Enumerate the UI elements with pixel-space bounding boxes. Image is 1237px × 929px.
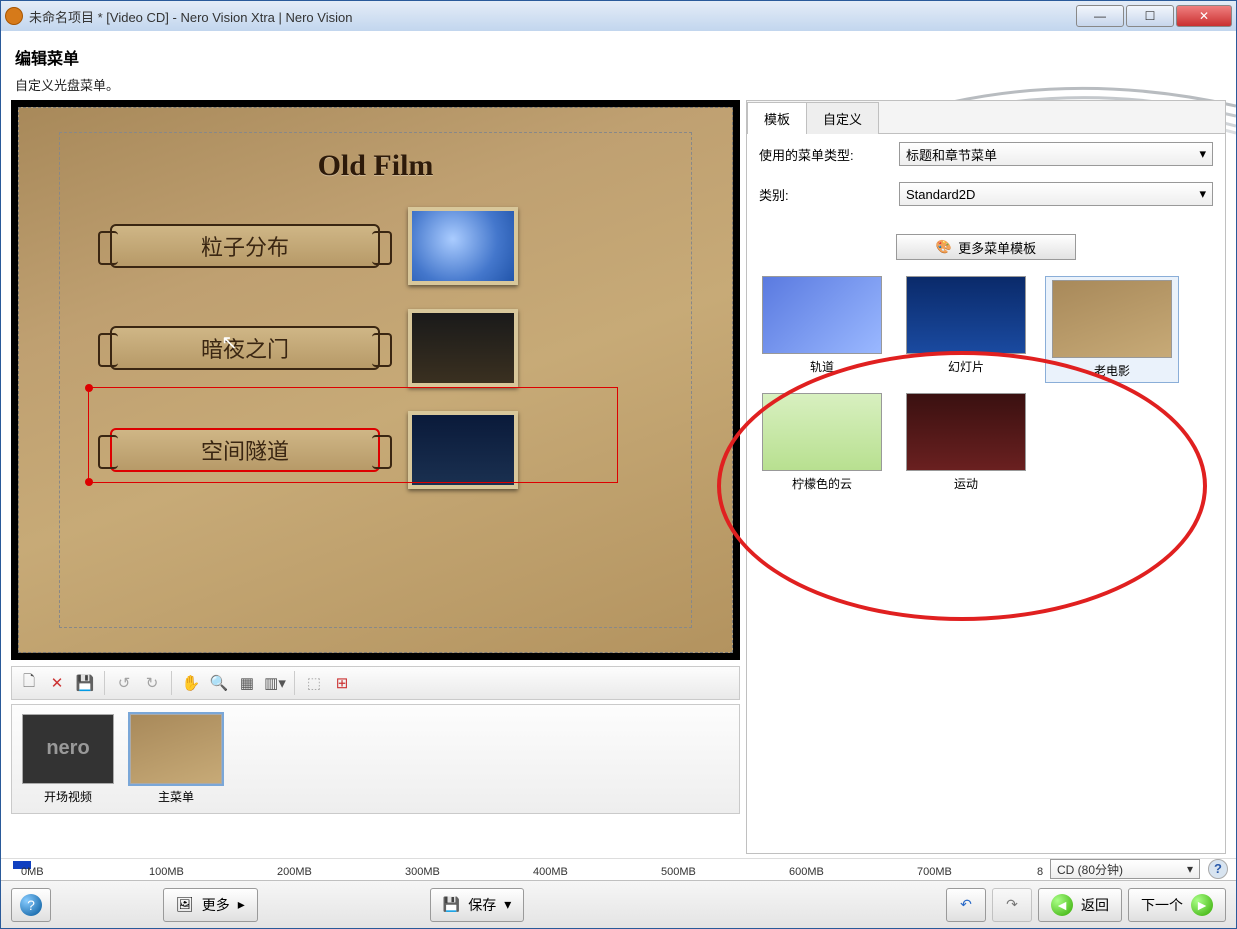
more-icon: 🖼 (176, 896, 194, 913)
menu-type-label: 使用的菜单类型: (759, 145, 899, 164)
template-thumbnail (762, 393, 882, 471)
menu-item-thumbnail[interactable] (408, 309, 518, 387)
chevron-down-icon: ▾ (1199, 186, 1206, 202)
align-button[interactable]: ⊞ (329, 670, 355, 696)
preview-toolbar: 🗋 ✕ 💾 ↺ ↻ ✋ 🔍 ▦ ▥▾ ⬚ ⊞ (11, 666, 740, 700)
save-icon: 💾 (443, 896, 460, 913)
template-item[interactable]: 幻灯片 (901, 276, 1031, 383)
new-button[interactable]: 🗋 (16, 670, 42, 696)
nav-thumbnail (130, 714, 222, 784)
nav-item-main-menu[interactable]: 主菜单 (126, 714, 226, 805)
category-label: 类别: (759, 185, 899, 204)
close-button[interactable]: ✕ (1176, 5, 1232, 27)
chevron-down-icon: ▸ (238, 896, 245, 913)
footer-undo-button[interactable]: ↶ (946, 888, 986, 922)
menu-title[interactable]: Old Film (60, 149, 691, 183)
page-header: 编辑菜单 自定义光盘菜单。 (1, 31, 1236, 98)
nav-item-intro[interactable]: nero 开场视频 (18, 714, 118, 805)
cursor-icon: ↖ (221, 330, 238, 355)
undo-button[interactable]: ↺ (111, 670, 137, 696)
titlebar: 未命名项目 * [Video CD] - Nero Vision Xtra | … (1, 1, 1236, 31)
category-select[interactable]: Standard2D▾ (899, 182, 1213, 206)
menu-type-select[interactable]: 标题和章节菜单▾ (899, 142, 1213, 166)
template-thumbnail (906, 393, 1026, 471)
template-thumbnail (762, 276, 882, 354)
page-title: 编辑菜单 (15, 45, 1222, 69)
hand-tool-button[interactable]: ✋ (178, 670, 204, 696)
menu-item-thumbnail[interactable] (408, 207, 518, 285)
window-title: 未命名项目 * [Video CD] - Nero Vision Xtra | … (29, 7, 1076, 26)
nav-thumbnail: nero (22, 714, 114, 784)
palette-icon: 🎨 (936, 239, 952, 255)
menu-item-button[interactable]: 粒子分布 (110, 224, 380, 268)
group-button[interactable]: ⬚ (301, 670, 327, 696)
menu-navigator: nero 开场视频 主菜单 (11, 704, 740, 814)
minimize-button[interactable]: — (1076, 5, 1124, 27)
more-button[interactable]: 🖼 更多 ▸ (163, 888, 258, 922)
capacity-ruler: 0MB 100MB 200MB 300MB 400MB 500MB 600MB … (1, 858, 1236, 880)
chevron-down-icon: ▾ (504, 896, 511, 913)
help-button[interactable]: ? (11, 888, 51, 922)
template-item-selected[interactable]: 老电影 (1045, 276, 1179, 383)
menu-preview[interactable]: Old Film 粒子分布 暗夜之门 (11, 100, 740, 660)
more-templates-button[interactable]: 🎨 更多菜单模板 (896, 234, 1076, 260)
template-item[interactable]: 运动 (901, 393, 1031, 492)
save-icon-button[interactable]: 💾 (72, 670, 98, 696)
next-button[interactable]: 下一个 ► (1128, 888, 1226, 922)
disc-type-select[interactable]: CD (80分钟)▾ (1050, 859, 1200, 879)
template-panel: 模板 自定义 使用的菜单类型: 标题和章节菜单▾ 类别: Standard2D▾… (746, 100, 1226, 854)
template-thumbnail (1052, 280, 1172, 358)
page-subtitle: 自定义光盘菜单。 (15, 75, 1222, 94)
grid-button[interactable]: ▦ (234, 670, 260, 696)
zoom-tool-button[interactable]: 🔍 (206, 670, 232, 696)
maximize-button[interactable]: ☐ (1126, 5, 1174, 27)
back-button[interactable]: ◄ 返回 (1038, 888, 1122, 922)
delete-button[interactable]: ✕ (44, 670, 70, 696)
footer-redo-button[interactable]: ↷ (992, 888, 1032, 922)
chevron-down-icon: ▾ (1187, 862, 1193, 876)
template-thumbnail (906, 276, 1026, 354)
layout-button[interactable]: ▥▾ (262, 670, 288, 696)
menu-item-button[interactable]: 暗夜之门 (110, 326, 380, 370)
menu-item-button-selected[interactable]: 空间隧道 (110, 428, 380, 472)
template-item[interactable]: 柠檬色的云 (757, 393, 887, 492)
template-item[interactable]: 轨道 (757, 276, 887, 383)
app-icon (5, 7, 23, 25)
save-button[interactable]: 💾 保存 ▾ (430, 888, 524, 922)
tab-customize[interactable]: 自定义 (806, 102, 879, 134)
chevron-down-icon: ▾ (1199, 146, 1206, 162)
help-icon[interactable]: ? (1208, 859, 1228, 879)
footer-bar: ? 🖼 更多 ▸ 💾 保存 ▾ ↶ ↷ ◄ 返回 下一个 ► (1, 880, 1236, 928)
tab-templates[interactable]: 模板 (747, 102, 807, 134)
redo-button[interactable]: ↻ (139, 670, 165, 696)
